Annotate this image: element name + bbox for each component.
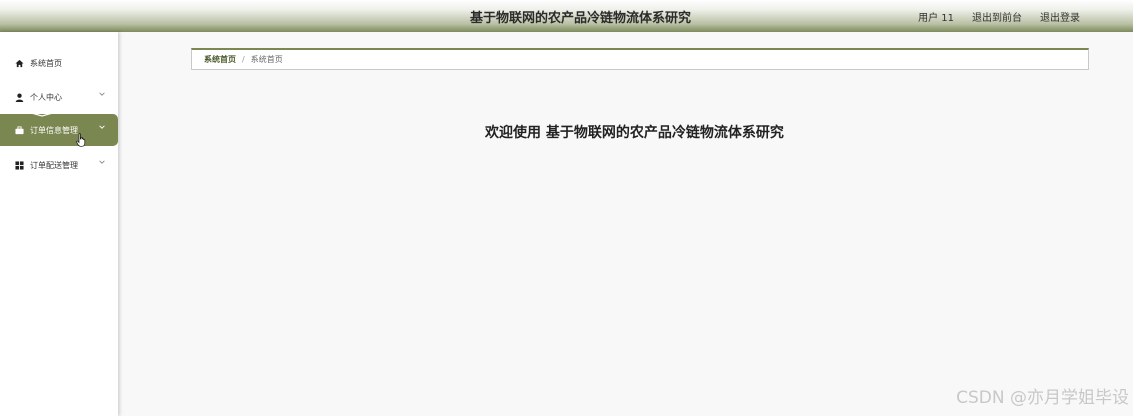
breadcrumb-current: 系统首页 <box>250 55 283 64</box>
user-icon <box>15 93 24 102</box>
sidebar-item-label: 个人中心 <box>30 92 62 102</box>
sidebar-item-personal-center[interactable]: 个人中心 <box>0 81 118 113</box>
chevron-down-icon <box>99 160 105 164</box>
back-to-front-link[interactable]: 退出到前台 <box>972 9 1022 24</box>
active-indicator <box>24 111 60 117</box>
app-title: 基于物联网的农产品冷链物流体系研究 <box>470 11 692 26</box>
grid-icon <box>15 160 24 170</box>
briefcase-icon <box>15 125 24 135</box>
chevron-down-icon <box>99 92 105 96</box>
logout-link[interactable]: 退出登录 <box>1040 9 1080 24</box>
sidebar: 系统首页 个人中心 订单信息管理 订单配送管理 <box>0 32 118 416</box>
home-icon <box>15 59 24 68</box>
breadcrumb-separator: / <box>242 55 245 64</box>
sidebar-item-label: 订单配送管理 <box>30 160 78 170</box>
watermark: CSDN @亦月学姐毕设 <box>956 388 1129 408</box>
breadcrumb-home-link[interactable]: 系统首页 <box>204 54 236 65</box>
chevron-down-icon <box>99 125 105 129</box>
header-links: 用户 11 退出到前台 退出登录 <box>918 9 1080 24</box>
welcome-heading: 欢迎使用 基于物联网的农产品冷链物流体系研究 <box>485 125 784 141</box>
breadcrumb: 系统首页 / 系统首页 <box>191 48 1089 70</box>
sidebar-item-order-info[interactable]: 订单信息管理 <box>0 111 118 147</box>
sidebar-item-home[interactable]: 系统首页 <box>0 47 118 79</box>
user-menu-link[interactable]: 用户 11 <box>918 9 954 24</box>
top-header: 基于物联网的农产品冷链物流体系研究 用户 11 退出到前台 退出登录 <box>0 0 1133 32</box>
hand-cursor-icon <box>76 133 86 147</box>
sidebar-item-label: 系统首页 <box>30 58 62 68</box>
sidebar-item-label: 订单信息管理 <box>30 125 78 135</box>
sidebar-item-order-delivery[interactable]: 订单配送管理 <box>0 149 118 181</box>
